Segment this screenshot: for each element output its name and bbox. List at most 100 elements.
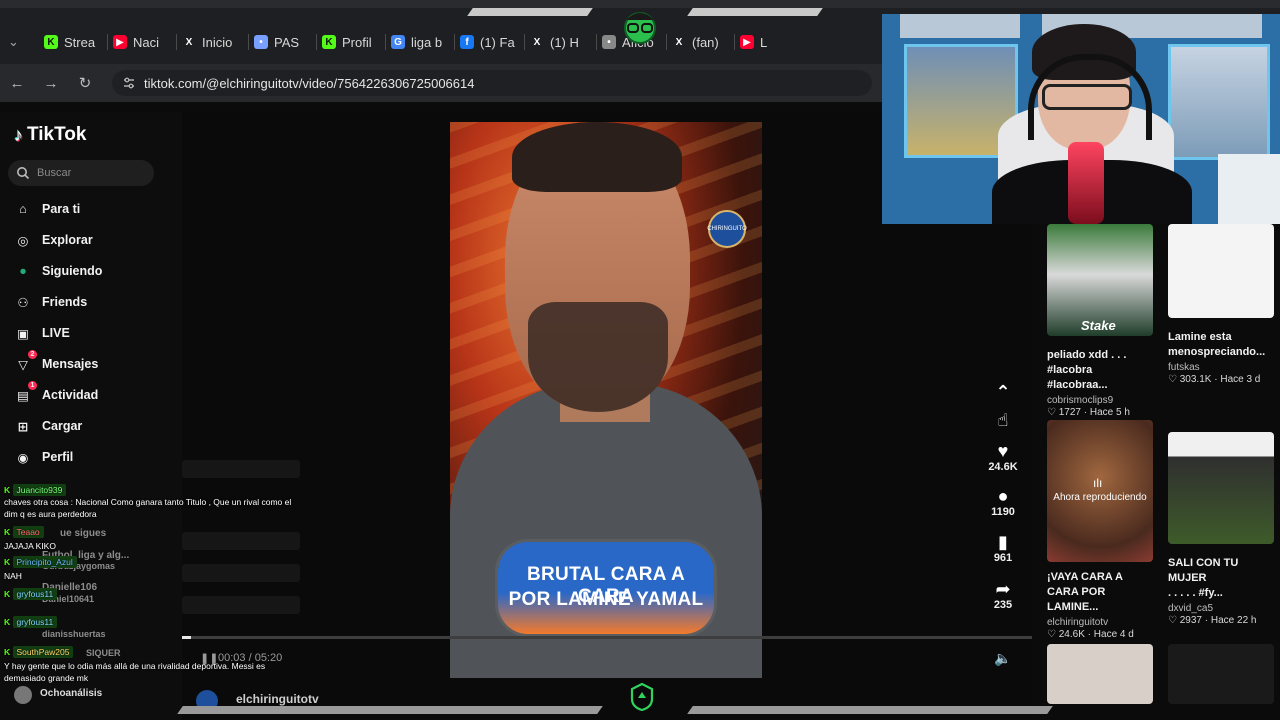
x-icon: X — [675, 36, 683, 48]
heart-outline-icon: ♡ — [1168, 615, 1180, 626]
chat-username[interactable]: gryfous11 — [12, 616, 58, 628]
sidebar-item-friends[interactable]: ⚇ Friends — [14, 293, 87, 311]
related-video-thumbnail[interactable] — [1168, 644, 1274, 704]
related-video-likes: 2937 — [1179, 615, 1202, 626]
related-video-author[interactable]: cobrismoclips9 — [1047, 395, 1155, 406]
related-video-title[interactable]: Lamine esta menospreciando... — [1168, 330, 1276, 360]
sidebar-item-upload[interactable]: ⊞ Cargar — [14, 417, 83, 435]
video-player[interactable]: CHIRINGUITO BRUTAL CARA A CARA POR LAMIN… — [450, 122, 762, 678]
comment-button[interactable]: ● 1190 — [986, 486, 1020, 518]
back-arrow-icon[interactable]: ← — [6, 72, 28, 94]
browser-tab[interactable]: ▶ L — [740, 30, 798, 54]
related-video-title[interactable]: ¡VAYA CARA A CARA POR LAMINE... — [1047, 570, 1155, 615]
meta-separator: · — [1202, 615, 1211, 626]
chiringuito-badge-icon: CHIRINGUITO — [707, 210, 747, 248]
chat-faded-text: SIQUER — [86, 648, 121, 658]
chat-message: K Teaao — [4, 526, 44, 538]
now-playing-label: Ahora reproduciendo — [1053, 492, 1147, 503]
comment-count: 1190 — [991, 506, 1015, 518]
share-count: 235 — [993, 599, 1013, 611]
browser-tab-label: Inicio — [202, 34, 233, 50]
share-button[interactable]: ➦ 235 — [986, 579, 1020, 611]
save-button[interactable]: ▮ 961 — [986, 532, 1020, 564]
related-video-age: Hace 22 h — [1210, 615, 1257, 626]
heart-outline-icon: ♡ — [1047, 629, 1059, 640]
sidebar-item-live[interactable]: ▣ LIVE — [14, 324, 70, 342]
related-video-thumbnail[interactable]: Stake — [1047, 224, 1153, 336]
browser-tab[interactable]: X Inicio — [182, 30, 244, 54]
related-video-author[interactable]: elchiringuitotv — [1047, 617, 1155, 628]
google-icon: G — [391, 35, 405, 49]
chat-username[interactable]: Principito_Azul — [12, 556, 77, 568]
chat-message: K Juancito939 — [4, 484, 67, 496]
sidebar-item-compass[interactable]: ◎ Explorar — [14, 231, 93, 249]
tab-separator — [734, 34, 735, 50]
video-person-hair — [512, 122, 682, 192]
address-bar: ← → ↻ tiktok.com/@elchiringuitotv/video/… — [0, 64, 882, 102]
chat-username[interactable]: Juancito939 — [12, 484, 67, 496]
browser-tab[interactable]: K Profil — [322, 30, 381, 54]
browser-tab-label: (1) H — [550, 34, 579, 50]
video-progress-bar[interactable] — [182, 636, 1032, 639]
chat-faded-text: ue sigues — [60, 528, 107, 539]
browser-tab[interactable]: • PAS — [254, 30, 312, 54]
chat-username[interactable]: Teaao — [12, 526, 44, 538]
youtube-icon: ▶ — [740, 35, 754, 49]
browser-tab[interactable]: K Strea — [44, 30, 103, 54]
equalizer-icon: ılı — [1093, 476, 1103, 490]
url-text: tiktok.com/@elchiringuitotv/video/756422… — [144, 76, 475, 91]
shield-logo-icon — [630, 682, 654, 712]
related-video-title[interactable]: SALI CON TU MUJER . . . . . #fy... — [1168, 556, 1276, 601]
related-video-card[interactable]: SALI CON TU MUJER . . . . . #fy... dxvid_… — [1168, 432, 1276, 626]
chat-username[interactable]: SouthPaw205 — [12, 646, 74, 658]
reload-icon[interactable]: ↻ — [74, 72, 96, 94]
chat-message-text: chaves otra cosa : Nacional Como ganara … — [4, 497, 292, 519]
related-video-author[interactable]: futskas — [1168, 362, 1276, 373]
search-input[interactable]: Buscar — [8, 160, 154, 186]
notification-badge: 1 — [28, 381, 37, 390]
tab-list-chevron-icon[interactable]: ⌄ — [8, 30, 28, 54]
prev-video-button[interactable]: ⌃ — [986, 382, 1020, 402]
url-field[interactable]: tiktok.com/@elchiringuitotv/video/756422… — [112, 70, 872, 96]
volume-icon[interactable]: 🔈 — [994, 650, 1011, 667]
related-video-card[interactable]: Lamine esta menospreciando... futskas ♡ 30… — [1168, 224, 1276, 385]
related-video-thumbnail[interactable] — [1047, 644, 1153, 704]
overlay-stripe — [467, 8, 593, 16]
tab-separator — [385, 34, 386, 50]
browser-tab[interactable]: Gliga b — [391, 30, 450, 54]
chat-message: K gryfous11 — [4, 616, 58, 628]
forward-arrow-icon[interactable]: → — [40, 72, 62, 94]
related-video-thumbnail[interactable] — [1168, 432, 1274, 544]
sidebar-item-following[interactable]: ● Siguiendo — [14, 262, 102, 280]
related-video-card[interactable]: Stake peliado xdd . . . #lacobra #lacobra… — [1047, 224, 1155, 418]
browser-tab-label: Naci — [133, 34, 160, 50]
browser-tab-label: Strea — [64, 34, 96, 50]
related-video-thumbnail[interactable]: ılı Ahora reproduciendo — [1047, 420, 1153, 562]
kick-badge-icon: K — [4, 647, 13, 657]
related-video-meta: ♡ 1727 · Hace 5 h — [1047, 407, 1155, 418]
poster-frame-right — [1168, 44, 1270, 160]
browser-tab[interactable]: X (1) H — [530, 30, 592, 54]
tab-separator — [666, 34, 667, 50]
like-button[interactable]: ♥ 24.6K — [986, 441, 1020, 473]
site-settings-icon[interactable] — [122, 76, 136, 90]
tiktok-logo[interactable]: ♪ TikTok — [14, 124, 86, 146]
sidebar-item-activity[interactable]: ▤ 1 Actividad — [14, 381, 98, 404]
related-video-author[interactable]: dxvid_ca5 — [1168, 603, 1276, 614]
comment-icon: ● — [997, 486, 1009, 506]
related-video-card[interactable]: ılı Ahora reproduciendo ¡VAYA CARA A CARA … — [1047, 420, 1155, 640]
related-video-age: Hace 4 d — [1093, 629, 1134, 640]
shelf-boxes — [1218, 154, 1280, 224]
chat-username[interactable]: gryfous11 — [12, 588, 58, 600]
browser-tab[interactable]: ▶ Naci — [113, 30, 172, 54]
x-icon: X — [533, 36, 541, 48]
sidebar-item-messages[interactable]: ▽ 2 Mensajes — [14, 350, 98, 373]
browser-tab[interactable]: X (fan) — [672, 30, 730, 54]
related-video-title[interactable]: peliado xdd . . . #lacobra #lacobraa... — [1047, 348, 1155, 393]
tab-separator — [524, 34, 525, 50]
sidebar-item-home[interactable]: ⌂ Para ti — [14, 200, 80, 218]
chat-message: K gryfous11 — [4, 588, 58, 600]
related-video-thumbnail[interactable] — [1168, 224, 1274, 318]
browser-tab[interactable]: f (1) Fa — [460, 30, 520, 54]
related-video-meta: ♡ 303.1K · Hace 3 d — [1168, 374, 1276, 385]
